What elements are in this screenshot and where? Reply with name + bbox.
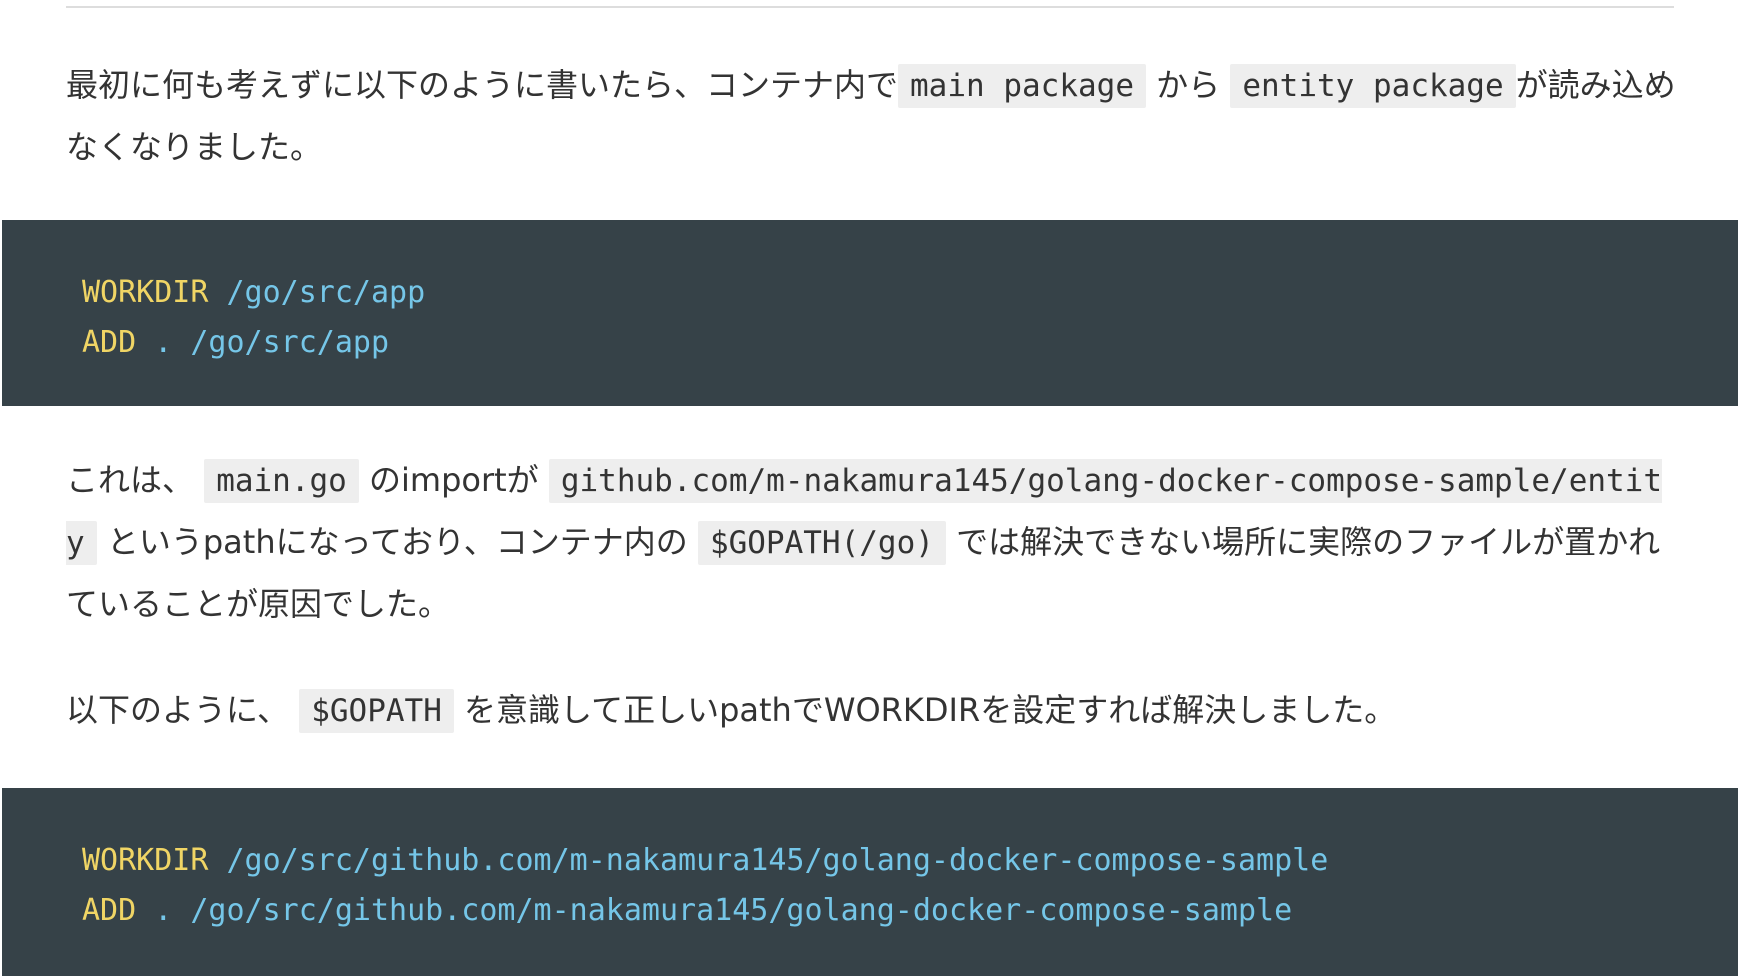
paragraph-text: から — [1145, 66, 1231, 104]
paragraph-3: 以下のように、 $GOPATH を意識して正しいpathでWORKDIRを設定す… — [66, 680, 1686, 742]
code-line: ADD . /go/src/app — [82, 325, 389, 360]
code-keyword: ADD — [82, 325, 137, 360]
inline-code-main-package: main package — [898, 64, 1146, 108]
code-line: ADD . /go/src/github.com/m-nakamura145/g… — [82, 893, 1292, 928]
code-keyword: WORKDIR — [82, 843, 209, 878]
horizontal-rule — [66, 6, 1674, 8]
inline-code-main-go: main.go — [204, 459, 359, 503]
code-path: /go/src/github.com/m-nakamura145/golang-… — [226, 843, 1329, 878]
code-line: WORKDIR /go/src/github.com/m-nakamura145… — [82, 843, 1328, 878]
inline-code-gopath-go: $GOPATH(/go) — [697, 521, 946, 565]
code-dot: . — [154, 893, 173, 928]
code-path: /go/src/app — [226, 275, 426, 310]
paragraph-text: 最初に何も考えずに以下のように書いたら、コンテナ内で — [66, 66, 899, 104]
paragraph-text: というpathになっており、コンテナ内の — [96, 523, 698, 561]
paragraph-text: これは、 — [66, 461, 205, 499]
code-block-2: WORKDIR /go/src/github.com/m-nakamura145… — [2, 788, 1738, 976]
paragraph-text: を意識して正しいpathでWORKDIRを設定すれば解決しました。 — [453, 691, 1397, 729]
paragraph-1: 最初に何も考えずに以下のように書いたら、コンテナ内で main package か… — [66, 55, 1686, 178]
code-path: /go/src/app — [190, 325, 390, 360]
paragraph-text: のimportが — [358, 461, 549, 499]
code-path: /go/src/github.com/m-nakamura145/golang-… — [190, 893, 1293, 928]
paragraph-2: これは、 main.go のimportが github.com/m-nakam… — [66, 450, 1686, 635]
code-keyword: WORKDIR — [82, 275, 209, 310]
code-keyword: ADD — [82, 893, 137, 928]
inline-code-gopath: $GOPATH — [299, 689, 454, 733]
inline-code-entity-package: entity package — [1230, 64, 1516, 108]
code-block-1: WORKDIR /go/src/app ADD . /go/src/app — [2, 220, 1738, 406]
code-dot: . — [154, 325, 173, 360]
code-line: WORKDIR /go/src/app — [82, 275, 425, 310]
paragraph-text: 以下のように、 — [66, 691, 300, 729]
